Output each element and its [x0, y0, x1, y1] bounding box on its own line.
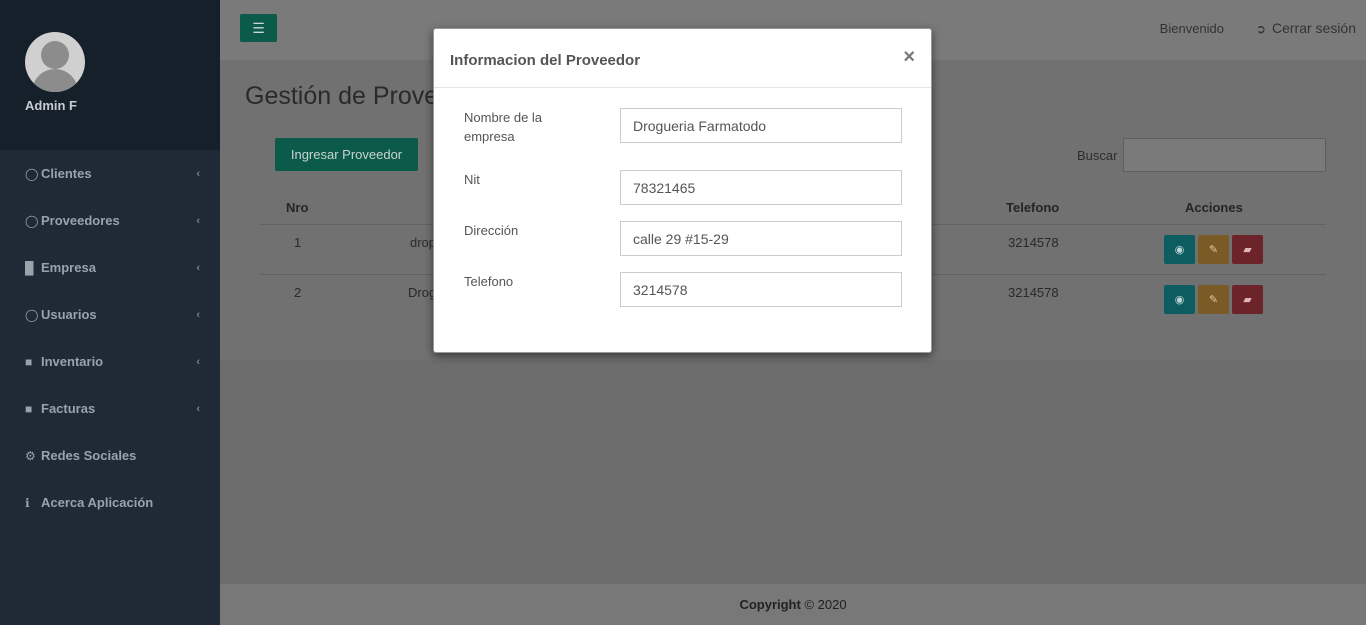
- sidebar-item-redes-sociales[interactable]: ⚙ Redes Sociales: [0, 432, 220, 479]
- address-field[interactable]: calle 29 #15-29: [620, 221, 902, 256]
- nit-label: Nit: [464, 172, 480, 187]
- sidebar-item-empresa[interactable]: █ Empresa ‹: [0, 244, 220, 291]
- modal-title: Informacion del Proveedor: [450, 52, 641, 69]
- column-header-nro: Nro: [286, 200, 309, 215]
- add-supplier-button[interactable]: Ingresar Proveedor: [275, 138, 418, 171]
- nit-field[interactable]: 78321465: [620, 170, 902, 205]
- avatar: [25, 32, 85, 92]
- sidebar-item-label: Proveedores: [41, 213, 120, 228]
- cell-telefono: 3214578: [1008, 285, 1059, 300]
- delete-button[interactable]: ▰: [1232, 235, 1263, 264]
- modal-header: Informacion del Proveedor ×: [434, 29, 931, 88]
- edit-button[interactable]: ✎: [1198, 235, 1229, 264]
- sidebar-item-label: Clientes: [41, 166, 92, 181]
- eraser-icon: ▰: [1243, 294, 1252, 306]
- sidebar-item-proveedores[interactable]: ◯ Proveedores ‹: [0, 197, 220, 244]
- cart-icon: ■: [25, 401, 33, 416]
- close-icon[interactable]: ×: [903, 46, 915, 69]
- cell-telefono: 3214578: [1008, 235, 1059, 250]
- sidebar-item-label: Inventario: [41, 354, 104, 369]
- sidebar-item-label: Usuarios: [41, 307, 97, 322]
- search-label: Buscar: [1077, 148, 1118, 163]
- pencil-icon: ✎: [1208, 244, 1219, 256]
- cell-nro: 2: [294, 285, 302, 300]
- user-name: Admin F: [25, 98, 77, 113]
- sidebar-item-label: Empresa: [41, 260, 96, 275]
- info-icon: ℹ: [25, 495, 30, 510]
- logout-label: Cerrar sesión: [1271, 20, 1356, 36]
- sidebar-item-clientes[interactable]: ◯ Clientes ‹: [0, 150, 220, 197]
- phone-label: Telefono: [464, 274, 514, 289]
- copyright-label: Copyright: [739, 597, 801, 612]
- column-header-telefono: Telefono: [1006, 200, 1060, 215]
- view-button[interactable]: ◉: [1164, 235, 1195, 264]
- building-icon: █: [25, 260, 34, 275]
- empty-content-area: [220, 360, 1366, 584]
- sidebar-item-acerca-aplicacion[interactable]: ℹ Acerca Aplicación: [0, 479, 220, 526]
- lock-icon: ◯: [25, 213, 39, 228]
- sidebar: Admin F ◯ Clientes ‹ ◯ Proveedores ‹ █ E…: [0, 0, 220, 625]
- column-header-acciones: Acciones: [1185, 200, 1243, 215]
- menu-toggle-button[interactable]: ☰: [240, 14, 277, 42]
- chevron-left-icon: ‹: [196, 214, 200, 227]
- footer: Copyright © 2020: [220, 584, 1366, 625]
- lock-icon: ◯: [25, 166, 39, 181]
- cell-nro: 1: [294, 235, 302, 250]
- phone-field[interactable]: 3214578: [620, 272, 902, 307]
- company-name-field[interactable]: Drogueria Farmatodo: [620, 108, 902, 143]
- gear-icon: ⚙: [25, 448, 36, 463]
- chevron-left-icon: ‹: [196, 261, 200, 274]
- edit-button[interactable]: ✎: [1198, 285, 1229, 314]
- user-profile: Admin F: [0, 0, 220, 150]
- sign-out-icon: ➲: [1255, 22, 1266, 36]
- delete-button[interactable]: ▰: [1232, 285, 1263, 314]
- address-label: Dirección: [464, 223, 519, 238]
- chevron-left-icon: ‹: [196, 167, 200, 180]
- chevron-left-icon: ‹: [196, 402, 200, 415]
- lock-icon: ◯: [25, 307, 39, 322]
- cell-nombre: Drog: [408, 285, 437, 300]
- search-input[interactable]: [1123, 138, 1326, 172]
- pencil-icon: ✎: [1208, 294, 1219, 306]
- sidebar-item-label: Redes Sociales: [41, 448, 137, 463]
- company-name-label: Nombre de la empresa: [464, 110, 543, 144]
- sidebar-menu: ◯ Clientes ‹ ◯ Proveedores ‹ █ Empresa ‹…: [0, 150, 220, 526]
- cart-icon: ■: [25, 354, 33, 369]
- hamburger-icon: ☰: [252, 19, 265, 36]
- supplier-info-modal: Informacion del Proveedor × Nombre de la…: [433, 28, 932, 353]
- sidebar-item-facturas[interactable]: ■ Facturas ‹: [0, 385, 220, 432]
- sidebar-item-label: Acerca Aplicación: [41, 495, 154, 510]
- sidebar-item-usuarios[interactable]: ◯ Usuarios ‹: [0, 291, 220, 338]
- chevron-left-icon: ‹: [196, 355, 200, 368]
- eye-icon: ◉: [1174, 294, 1185, 306]
- welcome-text: Bienvenido: [1159, 21, 1224, 36]
- view-button[interactable]: ◉: [1164, 285, 1195, 314]
- logout-link[interactable]: ➲ Cerrar sesión: [1256, 20, 1356, 36]
- eraser-icon: ▰: [1243, 244, 1252, 256]
- copyright-year: © 2020: [800, 597, 847, 612]
- sidebar-item-label: Facturas: [41, 401, 96, 416]
- sidebar-item-inventario[interactable]: ■ Inventario ‹: [0, 338, 220, 385]
- chevron-left-icon: ‹: [196, 308, 200, 321]
- eye-icon: ◉: [1174, 244, 1185, 256]
